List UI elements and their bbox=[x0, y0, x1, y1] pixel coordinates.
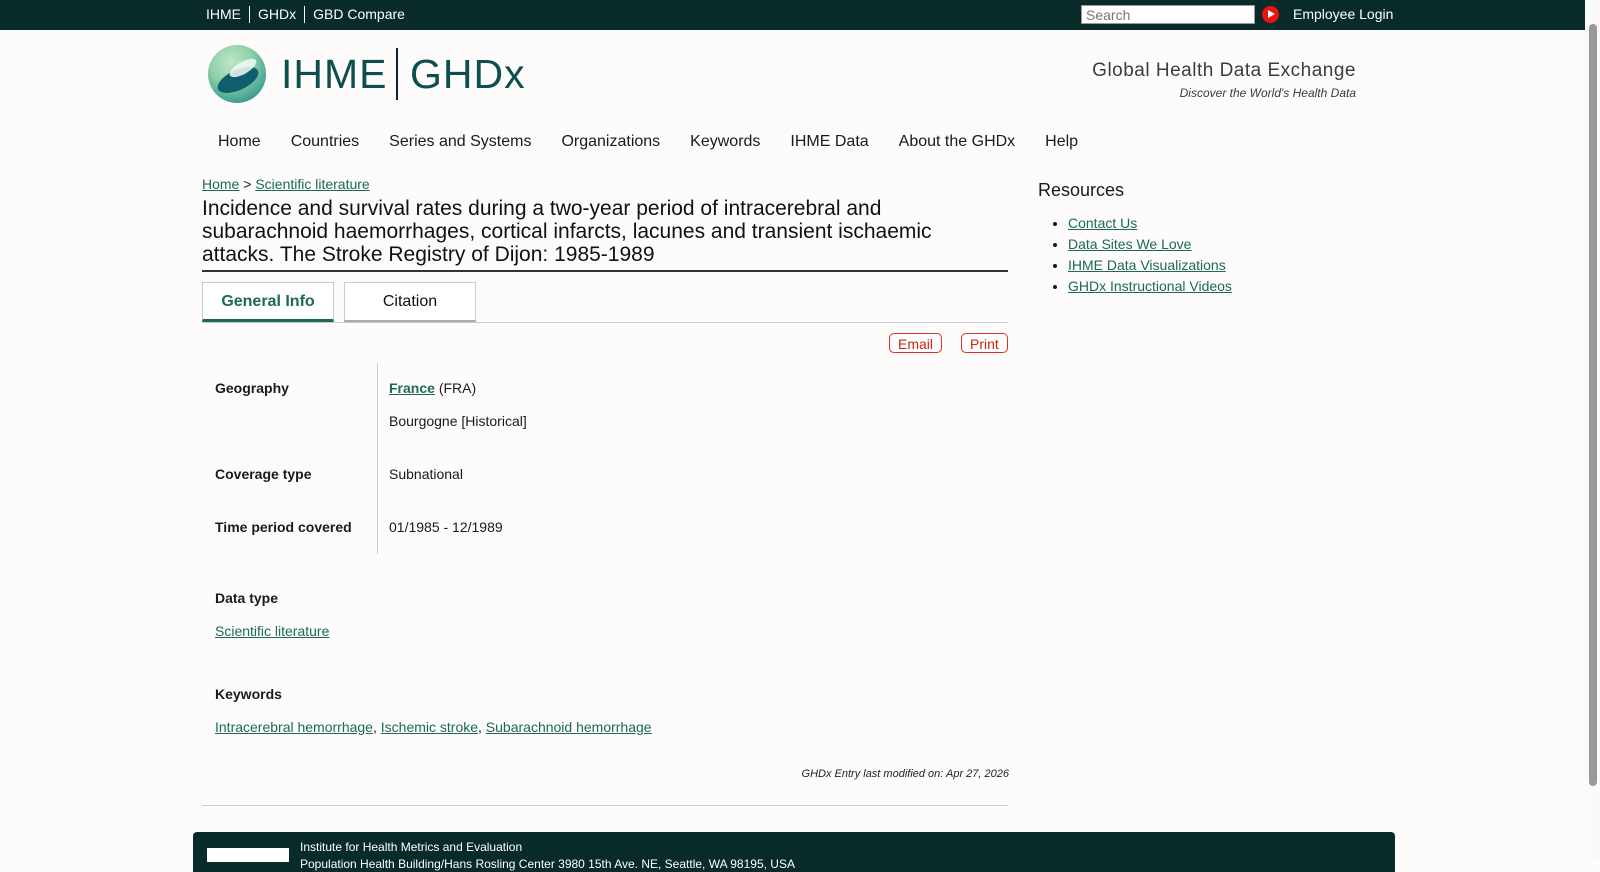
top-link-ihme[interactable]: IHME bbox=[202, 6, 249, 23]
geography-country-link[interactable]: France bbox=[389, 380, 435, 396]
data-type-label: Data type bbox=[215, 590, 279, 606]
email-button[interactable]: Email bbox=[889, 333, 943, 353]
tab-citation[interactable]: Citation bbox=[344, 282, 476, 322]
coverage-type-value: Subnational bbox=[389, 466, 463, 482]
list-item: GHDx Instructional Videos bbox=[1068, 278, 1232, 294]
title-divider bbox=[202, 270, 1008, 272]
play-circle-icon[interactable] bbox=[1262, 6, 1279, 23]
list-item: Data Sites We Love bbox=[1068, 236, 1232, 252]
tagline-title: Global Health Data Exchange bbox=[1092, 60, 1356, 81]
top-link-gbd-compare[interactable]: GBD Compare bbox=[304, 6, 413, 23]
site-tagline: Global Health Data Exchange Discover the… bbox=[1092, 60, 1356, 100]
content-bottom-divider bbox=[202, 805, 1008, 806]
scrollbar-thumb[interactable] bbox=[1589, 24, 1597, 786]
field-divider bbox=[377, 363, 378, 554]
nav-keywords[interactable]: Keywords bbox=[690, 133, 760, 151]
main-nav: Home Countries Series and Systems Organi… bbox=[203, 133, 1093, 151]
tagline-subtitle: Discover the World's Health Data bbox=[1179, 86, 1356, 100]
employee-login-link[interactable]: Employee Login bbox=[1293, 6, 1393, 22]
nav-ihme-data[interactable]: IHME Data bbox=[790, 133, 868, 151]
nav-countries[interactable]: Countries bbox=[291, 133, 359, 151]
list-item: IHME Data Visualizations bbox=[1068, 257, 1232, 273]
geography-region: Bourgogne [Historical] bbox=[389, 413, 527, 429]
breadcrumb-current[interactable]: Scientific literature bbox=[255, 176, 369, 192]
logo-text-ihme[interactable]: IHME bbox=[281, 50, 388, 98]
footer-address: Population Health Building/Hans Rosling … bbox=[300, 857, 795, 871]
footer-org-name: Institute for Health Metrics and Evaluat… bbox=[300, 840, 523, 854]
data-type-link[interactable]: Scientific literature bbox=[215, 623, 329, 639]
nav-about-ghdx[interactable]: About the GHDx bbox=[899, 133, 1016, 151]
keywords-label: Keywords bbox=[215, 686, 282, 702]
logo-divider bbox=[396, 48, 398, 100]
uw-logo-icon[interactable] bbox=[207, 848, 289, 862]
list-item: Contact Us bbox=[1068, 215, 1232, 231]
logo-text-ghdx[interactable]: GHDx bbox=[410, 50, 526, 98]
keyword-separator: , bbox=[478, 719, 482, 735]
breadcrumb-separator: > bbox=[243, 176, 252, 192]
coverage-type-label: Coverage type bbox=[215, 466, 312, 482]
time-period-label: Time period covered bbox=[215, 519, 352, 535]
keyword-link[interactable]: Subarachnoid hemorrhage bbox=[486, 719, 652, 735]
last-modified-note: GHDx Entry last modified on: Apr 27, 202… bbox=[801, 768, 1009, 780]
resources-list: Contact Us Data Sites We Love IHME Data … bbox=[1038, 215, 1232, 299]
print-button[interactable]: Print bbox=[961, 333, 1008, 353]
search-input[interactable] bbox=[1081, 5, 1255, 24]
keywords-list: Intracerebral hemorrhage, Ischemic strok… bbox=[215, 719, 652, 735]
resource-data-sites[interactable]: Data Sites We Love bbox=[1068, 236, 1191, 252]
resource-contact-us[interactable]: Contact Us bbox=[1068, 215, 1137, 231]
resource-instructional-videos[interactable]: GHDx Instructional Videos bbox=[1068, 278, 1232, 294]
nav-home[interactable]: Home bbox=[218, 133, 261, 151]
resources-title: Resources bbox=[1038, 180, 1125, 200]
footer: Institute for Health Metrics and Evaluat… bbox=[193, 832, 1395, 872]
nav-help[interactable]: Help bbox=[1045, 133, 1078, 151]
time-period-value: 01/1985 - 12/1989 bbox=[389, 519, 503, 535]
top-link-ghdx[interactable]: GHDx bbox=[249, 6, 304, 23]
keyword-separator: , bbox=[372, 719, 377, 735]
keyword-link[interactable]: Intracerebral hemorrhage bbox=[215, 719, 373, 735]
breadcrumb: Home > Scientific literature bbox=[202, 176, 370, 192]
nav-series-and-systems[interactable]: Series and Systems bbox=[389, 133, 531, 151]
page-title: Incidence and survival rates during a tw… bbox=[202, 197, 932, 266]
geography-code: (FRA) bbox=[438, 380, 477, 396]
resource-ihme-visualizations[interactable]: IHME Data Visualizations bbox=[1068, 257, 1226, 273]
keyword-link[interactable]: Ischemic stroke bbox=[381, 719, 478, 735]
tab-divider bbox=[202, 322, 1008, 323]
breadcrumb-home[interactable]: Home bbox=[202, 176, 239, 192]
nav-organizations[interactable]: Organizations bbox=[561, 133, 660, 151]
top-links: IHME GHDx GBD Compare bbox=[202, 6, 413, 23]
tab-general-info[interactable]: General Info bbox=[202, 282, 334, 322]
geography-value: France (FRA) bbox=[389, 380, 476, 396]
geography-label: Geography bbox=[215, 380, 289, 396]
